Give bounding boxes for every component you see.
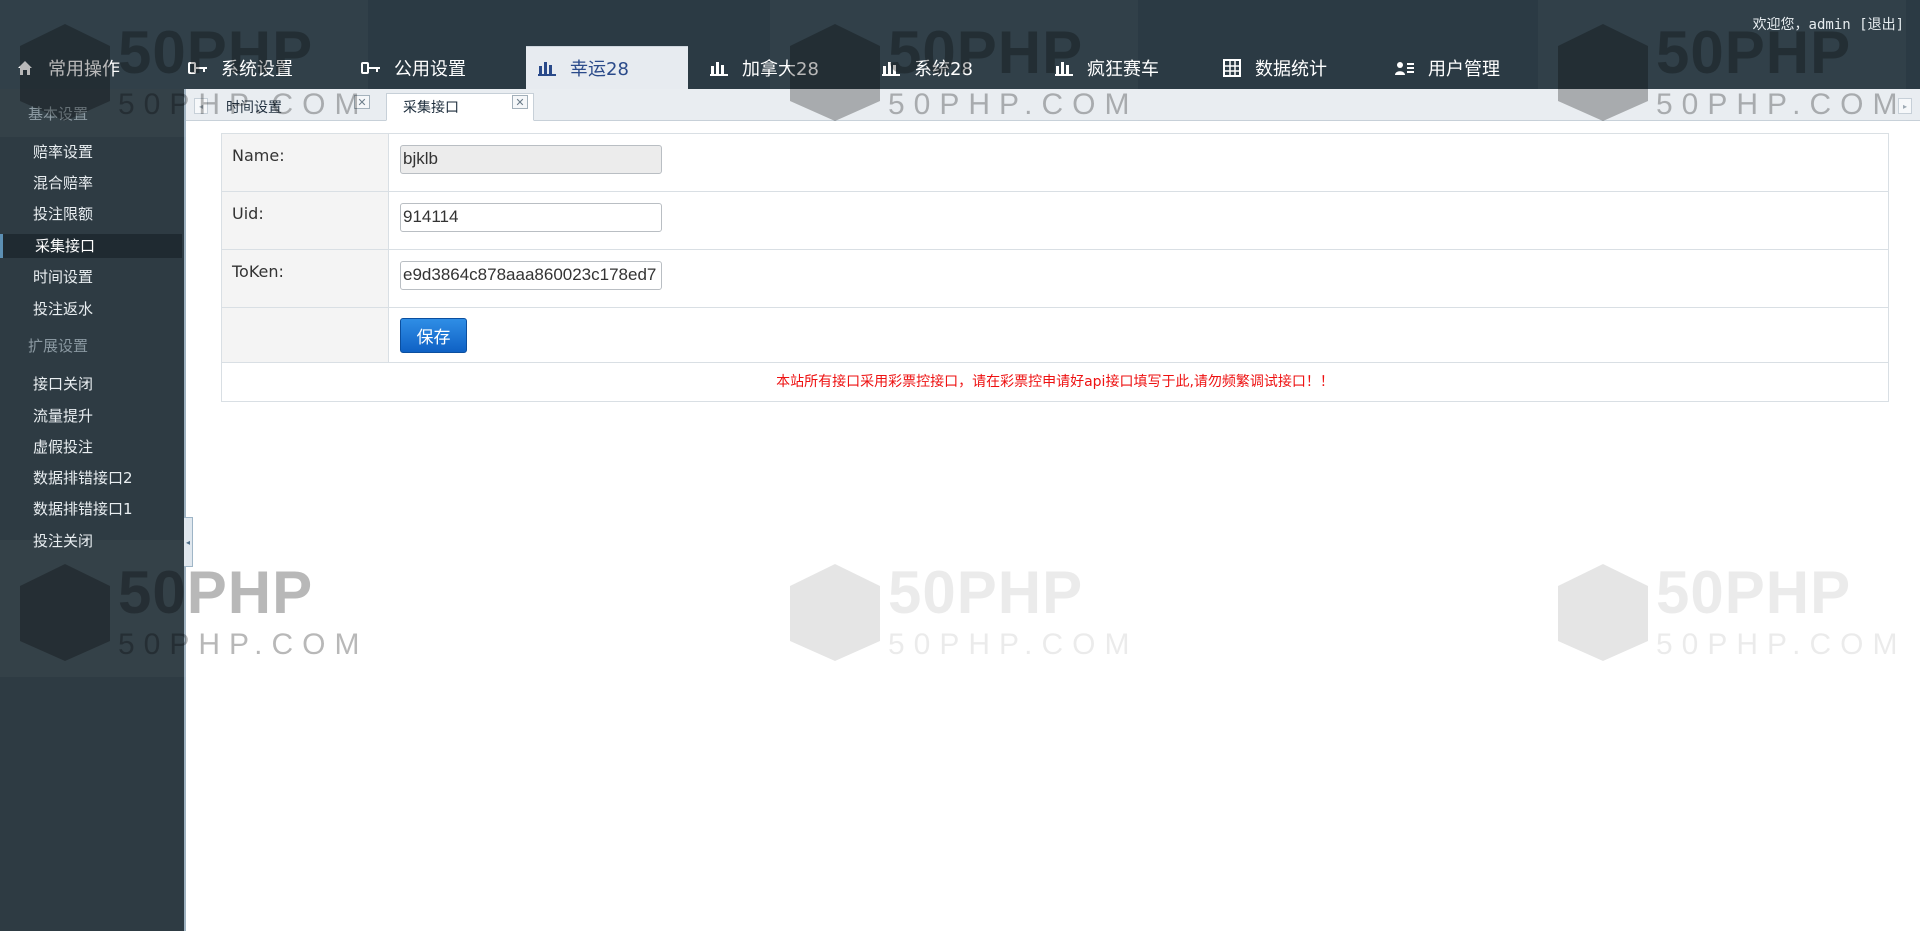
- nav-system28[interactable]: 系统28: [880, 46, 1040, 89]
- field-label: Uid:: [222, 192, 389, 249]
- logout-link[interactable]: [退出]: [1859, 17, 1904, 33]
- tab-time-settings[interactable]: 时间设置: [208, 93, 368, 121]
- main-nav: 常用操作 系统设置 公用设置 幸运28 加拿大28 系统28 疯狂赛车 数据统计…: [0, 46, 1920, 89]
- nav-label: 系统28: [914, 58, 973, 80]
- nav-label: 疯狂赛车: [1087, 58, 1159, 80]
- nav-label: 数据统计: [1255, 58, 1327, 80]
- welcome-label: 欢迎您，admin: [1752, 17, 1860, 33]
- sidebar-divider: [184, 89, 186, 931]
- nav-public-settings[interactable]: 公用设置: [360, 46, 520, 89]
- bar-chart-icon: [536, 57, 558, 79]
- home-icon: [14, 57, 36, 79]
- grid-icon: [1221, 57, 1243, 79]
- nav-label: 公用设置: [394, 58, 466, 80]
- tab-scroll-left-icon[interactable]: ◂: [194, 98, 208, 114]
- save-button[interactable]: 保存: [400, 318, 467, 353]
- watermark: 50PHP 50PHP.COM: [770, 540, 1138, 677]
- api-notice: 本站所有接口采用彩票控接口，请在彩票控申请好api接口填写于此,请勿频繁调试接口…: [776, 374, 1334, 390]
- nav-lucky28[interactable]: 幸运28: [526, 46, 688, 89]
- cube-logo-icon: [1558, 564, 1648, 661]
- tab-label: 时间设置: [226, 100, 282, 116]
- token-field[interactable]: e9d3864c878aaa860023c178ed7: [400, 261, 662, 290]
- nav-label: 用户管理: [1428, 58, 1500, 80]
- name-field[interactable]: bjklb: [400, 145, 662, 174]
- user-list-icon: [1394, 57, 1416, 79]
- key-icon: [360, 57, 382, 79]
- tab-scroll-right-icon[interactable]: ▸: [1898, 98, 1912, 114]
- sidebar-item-api-close[interactable]: 接口关闭: [0, 372, 182, 396]
- empty-label-cell: [222, 308, 389, 362]
- sidebar-section-basic: 基本设置: [28, 105, 89, 123]
- watermark: 50PHP 50PHP.COM: [1538, 540, 1906, 677]
- uid-field[interactable]: 914114: [400, 203, 662, 232]
- sidebar-section-extended: 扩展设置: [28, 337, 89, 355]
- sidebar-item-data-fix-api-1[interactable]: 数据排错接口1: [0, 497, 182, 521]
- sidebar-item-traffic-boost[interactable]: 流量提升: [0, 404, 182, 428]
- nav-data-stats[interactable]: 数据统计: [1221, 46, 1381, 89]
- welcome-text: 欢迎您，admin [退出]: [1753, 14, 1904, 34]
- page-tab-strip: ◂ 时间设置 ✕ 采集接口 ✕ ▸: [186, 89, 1920, 121]
- nav-label: 常用操作: [48, 58, 120, 80]
- nav-label: 系统设置: [221, 58, 293, 80]
- sidebar-item-odds-settings[interactable]: 赔率设置: [0, 140, 182, 164]
- form-row-uid: Uid: 914114: [222, 192, 1888, 250]
- sidebar-item-bet-close[interactable]: 投注关闭: [0, 529, 182, 553]
- field-label: ToKen:: [222, 250, 389, 307]
- sidebar: 基本设置 赔率设置 混合赔率 投注限额 采集接口 时间设置 投注返水 扩展设置 …: [0, 89, 184, 931]
- nav-label: 幸运28: [570, 59, 629, 80]
- close-icon[interactable]: ✕: [354, 95, 370, 109]
- bar-chart-icon: [880, 57, 902, 79]
- sidebar-item-data-fix-api-2[interactable]: 数据排错接口2: [0, 466, 182, 490]
- bar-chart-icon: [708, 57, 730, 79]
- field-label: Name:: [222, 134, 389, 191]
- sidebar-item-bet-limit[interactable]: 投注限额: [0, 202, 182, 226]
- nav-system-settings[interactable]: 系统设置: [187, 46, 347, 89]
- watermark-subtext: 50PHP.COM: [1656, 628, 1907, 661]
- close-icon[interactable]: ✕: [512, 95, 528, 109]
- sidebar-item-mixed-odds[interactable]: 混合赔率: [0, 171, 182, 195]
- tab-label: 采集接口: [403, 100, 459, 116]
- collection-api-form: Name: bjklb Uid: 914114 ToKen: e9d3864c8…: [221, 133, 1889, 402]
- watermark-text: 50PHP: [888, 559, 1084, 626]
- form-row-token: ToKen: e9d3864c878aaa860023c178ed7: [222, 250, 1888, 308]
- top-header: 欢迎您，admin [退出] 常用操作 系统设置 公用设置 幸运28 加拿大28…: [0, 0, 1920, 89]
- cube-logo-icon: [790, 564, 880, 661]
- form-row-name: Name: bjklb: [222, 134, 1888, 192]
- sidebar-item-fake-bets[interactable]: 虚假投注: [0, 435, 182, 459]
- watermark-subtext: 50PHP.COM: [888, 628, 1139, 661]
- watermark-text: 50PHP: [1656, 559, 1852, 626]
- key-icon: [187, 57, 209, 79]
- nav-canada28[interactable]: 加拿大28: [708, 46, 868, 89]
- form-row-actions: 保存: [222, 308, 1888, 363]
- nav-crazy-racing[interactable]: 疯狂赛车: [1053, 46, 1213, 89]
- nav-user-management[interactable]: 用户管理: [1394, 46, 1554, 89]
- nav-label: 加拿大28: [742, 58, 819, 80]
- sidebar-item-time-settings[interactable]: 时间设置: [0, 265, 182, 289]
- sidebar-item-bet-rebate[interactable]: 投注返水: [0, 297, 182, 321]
- collapse-sidebar-handle[interactable]: ◂: [184, 517, 193, 567]
- sidebar-item-collection-api[interactable]: 采集接口: [0, 234, 182, 258]
- nav-common-ops[interactable]: 常用操作: [0, 46, 162, 89]
- bar-chart-icon: [1053, 57, 1075, 79]
